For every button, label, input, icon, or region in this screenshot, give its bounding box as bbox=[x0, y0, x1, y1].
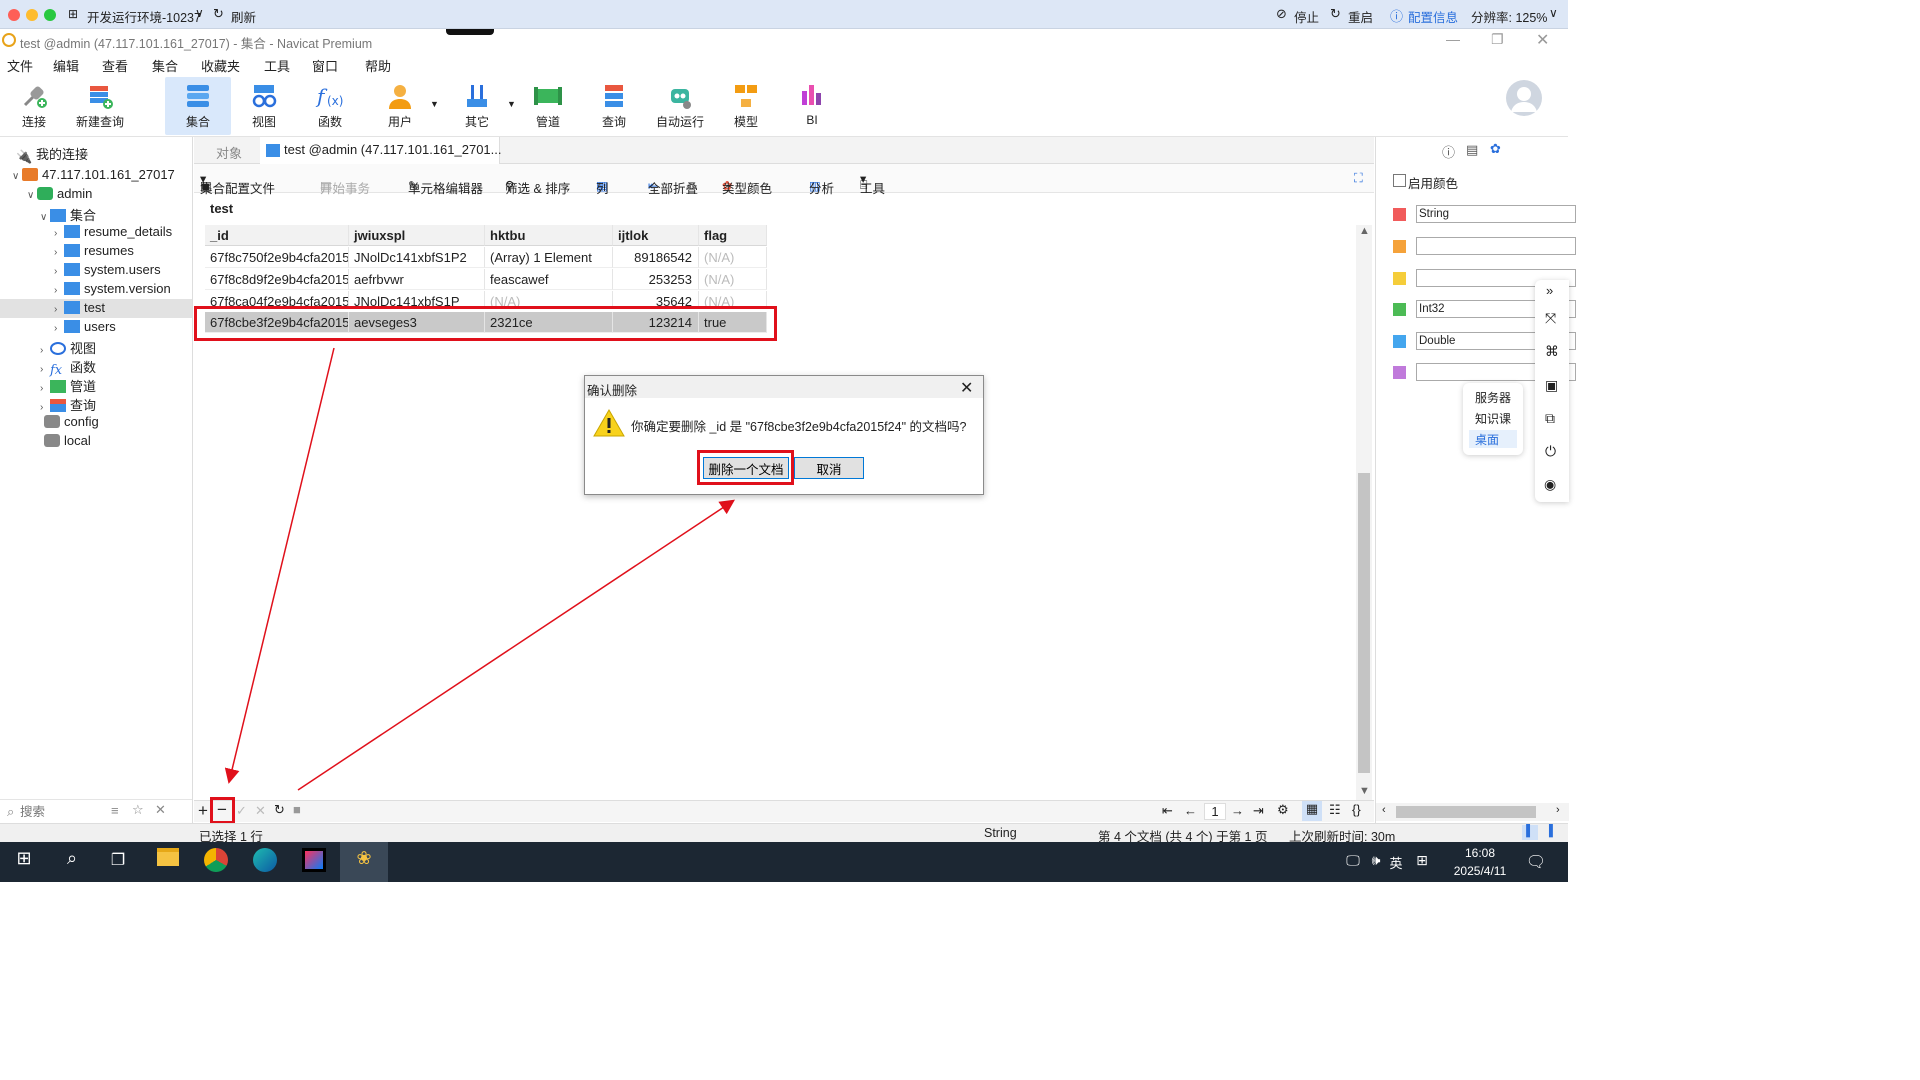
type-status: String bbox=[984, 826, 1017, 840]
edge-icon[interactable] bbox=[245, 848, 285, 884]
color-swatch[interactable] bbox=[1393, 303, 1406, 316]
scroll-left-icon[interactable]: ‹ bbox=[1382, 804, 1386, 816]
scroll-right-icon[interactable]: › bbox=[1556, 804, 1560, 816]
panel-left-icon[interactable]: ▌ bbox=[1522, 825, 1538, 840]
close-icon[interactable]: ✕ bbox=[960, 378, 973, 398]
json-view-icon[interactable]: {} bbox=[1352, 802, 1361, 817]
color-swatch[interactable] bbox=[1393, 208, 1406, 221]
last-page-icon[interactable]: ⇥ bbox=[1253, 803, 1264, 819]
palette-icon[interactable]: ✿ bbox=[1490, 141, 1501, 157]
enable-color-label: 启用颜色 bbox=[1408, 177, 1459, 191]
color-swatch[interactable] bbox=[1393, 366, 1406, 379]
chrome-icon[interactable] bbox=[196, 848, 236, 884]
side-popup-menu: 服务器 知识课 桌面 bbox=[1463, 383, 1523, 455]
color-swatch[interactable] bbox=[1393, 335, 1406, 348]
next-page-icon[interactable]: → bbox=[1231, 803, 1244, 818]
popup-item[interactable]: 桌面 bbox=[1475, 431, 1499, 448]
dialog-message: 你确定要删除 _id 是 "67f8cbe3f2e9b4cfa2015f24" … bbox=[631, 420, 967, 434]
add-record-icon[interactable]: + bbox=[198, 801, 208, 821]
type-field[interactable]: String bbox=[1416, 205, 1576, 223]
page-number-input[interactable]: 1 bbox=[1204, 803, 1226, 820]
warning-icon bbox=[593, 408, 625, 437]
type-field[interactable] bbox=[1416, 237, 1576, 255]
ddl-icon[interactable]: ▤ bbox=[1466, 142, 1478, 158]
first-page-icon[interactable]: ⇤ bbox=[1162, 803, 1173, 819]
panel-icon[interactable]: ▣ bbox=[1545, 377, 1558, 394]
cancel-button[interactable]: 取消 bbox=[794, 457, 864, 479]
annotation-minus-highlight bbox=[210, 797, 235, 824]
copy-icon[interactable]: ⧉ bbox=[1545, 410, 1555, 427]
clock-date[interactable]: 2025/4/11 bbox=[1440, 864, 1520, 900]
apply-icon[interactable]: ✓ bbox=[236, 803, 247, 819]
start-icon[interactable]: ⊞ bbox=[4, 848, 44, 884]
keyboard-icon[interactable]: ⌘ bbox=[1545, 343, 1559, 360]
expand-icon[interactable]: » bbox=[1546, 283, 1553, 298]
discard-icon[interactable]: ✕ bbox=[255, 803, 266, 819]
search-icon[interactable]: ⌕ bbox=[52, 848, 92, 884]
color-swatch[interactable] bbox=[1393, 240, 1406, 253]
prev-page-icon[interactable]: ← bbox=[1184, 803, 1197, 818]
scrollbar-thumb[interactable] bbox=[1396, 806, 1536, 818]
eye-icon[interactable]: ◉ bbox=[1544, 476, 1556, 493]
enable-color-checkbox[interactable] bbox=[1393, 174, 1406, 187]
stop-icon[interactable]: ■ bbox=[293, 802, 301, 817]
dialog-title: 确认删除 bbox=[587, 384, 638, 398]
windows-taskbar: ⊞ ⌕ ❐ ❀ 🖵 🕪 英 ⊞ 16:08 2025/4/11 🗨 bbox=[0, 842, 1568, 882]
type-color-panel: ⓘ ▤ ✿ 启用颜色 String Int32 Double 服务器 知识课 桌… bbox=[1375, 137, 1576, 823]
notification-icon[interactable]: 🗨 bbox=[1516, 852, 1556, 888]
color-swatch[interactable] bbox=[1393, 272, 1406, 285]
panel-right-icon[interactable]: ▐ bbox=[1545, 825, 1553, 837]
settings-gear-icon[interactable]: ⚙ bbox=[1277, 802, 1289, 818]
info-icon[interactable]: ⓘ bbox=[1442, 142, 1455, 161]
refresh-icon[interactable]: ↻ bbox=[274, 802, 285, 818]
tree-view-icon[interactable]: ☷ bbox=[1329, 802, 1341, 818]
floating-dock: » ⤧ ⌘ ▣ ⧉ ⏻ ◉ bbox=[1535, 280, 1569, 502]
file-explorer-icon[interactable] bbox=[148, 848, 188, 884]
grid-view-icon[interactable]: ▦ bbox=[1302, 801, 1322, 821]
task-view-icon[interactable]: ❐ bbox=[98, 850, 138, 886]
popup-item[interactable]: 知识课 bbox=[1475, 410, 1511, 427]
navicat-icon[interactable]: ❀ bbox=[344, 848, 384, 884]
status-bar: 已选择 1 行 String 第 4 个文档 (共 4 个) 于第 1 页 上次… bbox=[0, 823, 1568, 844]
popup-item[interactable]: 服务器 bbox=[1475, 389, 1511, 406]
power-icon[interactable]: ⏻ bbox=[1545, 443, 1556, 460]
grid-bottom-bar: + − ✓ ✕ ↻ ■ ⇤ ← 1 → ⇥ ⚙ ▦ ☷ {} bbox=[194, 800, 1374, 822]
fullscreen-icon[interactable]: ⤧ bbox=[1545, 310, 1556, 327]
input-method-icon[interactable]: ⊞ bbox=[1402, 852, 1442, 888]
horizontal-scrollbar[interactable]: ‹ › bbox=[1376, 803, 1569, 821]
intellij-icon[interactable] bbox=[294, 848, 334, 884]
annotation-delete-highlight bbox=[697, 450, 794, 485]
